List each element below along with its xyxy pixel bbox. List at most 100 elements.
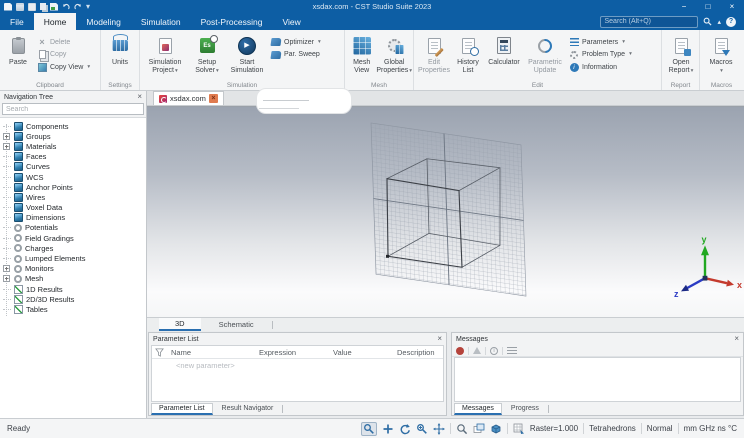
zoom-to-fit-button[interactable] — [360, 421, 377, 436]
expand-plus-icon[interactable] — [3, 275, 10, 283]
ribbon-search-box[interactable] — [600, 15, 699, 28]
tree-item-curves[interactable]: Curves — [0, 162, 146, 172]
tree-item-field-gradings[interactable]: Field Gradings — [0, 233, 146, 243]
tree-item-potentials[interactable]: Potentials — [0, 223, 146, 233]
paste-button[interactable]: Paste — [2, 32, 34, 67]
start-simulation-button[interactable]: ▶ Start Simulation — [226, 32, 268, 75]
parametric-update-button[interactable]: Parametric Update — [524, 32, 566, 75]
save-all-icon[interactable] — [40, 3, 46, 10]
macros-button[interactable]: Macros ▾ — [702, 32, 740, 75]
nav-tree-search-input[interactable] — [6, 105, 140, 113]
document-tab[interactable]: xsdax.com × — [153, 91, 224, 105]
tree-item-tables[interactable]: Tables — [0, 304, 146, 314]
simulation-project-button[interactable]: Simulation Project▾ — [142, 32, 188, 75]
history-list-button[interactable]: History List — [452, 32, 484, 75]
tree-item-monitors[interactable]: Monitors — [0, 264, 146, 274]
close-window-button[interactable]: × — [720, 0, 744, 13]
tree-item-charges[interactable]: Charges — [0, 243, 146, 253]
rotate-tool-icon[interactable] — [399, 423, 411, 435]
tab-parameter-list[interactable]: Parameter List — [151, 402, 213, 415]
tree-item-voxel-data[interactable]: Voxel Data — [0, 203, 146, 213]
collapse-ribbon-icon[interactable]: ▴ — [717, 18, 721, 26]
minimize-button[interactable]: − — [672, 0, 696, 13]
copy-view-button[interactable]: Copy View ▾ — [37, 62, 90, 72]
import-export-icon[interactable] — [50, 2, 58, 11]
tab-simulation[interactable]: Simulation — [131, 13, 191, 30]
tree-item-wcs[interactable]: WCS — [0, 172, 146, 182]
pan-tool-icon[interactable] — [432, 422, 445, 435]
tab-modeling[interactable]: Modeling — [76, 13, 131, 30]
filter-icon[interactable] — [155, 347, 164, 357]
tree-item-anchor-points[interactable]: Anchor Points — [0, 182, 146, 192]
tab-result-navigator[interactable]: Result Navigator — [215, 404, 281, 413]
tab-messages[interactable]: Messages — [454, 402, 502, 415]
problem-type-button[interactable]: Problem Type ▾ — [569, 50, 632, 60]
3d-viewport[interactable]: y x z — [147, 106, 744, 317]
tree-item-mesh[interactable]: Mesh — [0, 274, 146, 284]
render-mode-value[interactable]: Normal — [647, 424, 673, 433]
global-properties-button[interactable]: Global Properties▾ — [376, 32, 412, 75]
layers-icon[interactable] — [473, 423, 485, 435]
par-sweep-button[interactable]: Par. Sweep — [270, 50, 321, 60]
nav-tree-search-box[interactable] — [2, 103, 144, 115]
column-expression[interactable]: Expression — [259, 348, 333, 357]
column-value[interactable]: Value — [333, 348, 397, 357]
edit-properties-button[interactable]: Edit Properties — [416, 32, 452, 75]
column-description[interactable]: Description — [397, 348, 435, 357]
copy-button[interactable]: Copy — [37, 50, 90, 60]
information-button[interactable]: i Information — [569, 62, 632, 72]
setup-solver-button[interactable]: Es Setup Solver▾ — [188, 32, 226, 75]
undo-icon[interactable] — [62, 3, 70, 11]
new-parameter-row[interactable]: <new parameter> — [152, 359, 443, 372]
tree-item-groups[interactable]: Groups — [0, 131, 146, 141]
column-name[interactable]: Name — [167, 348, 259, 357]
messages-body[interactable] — [454, 357, 741, 402]
close-document-tab-icon[interactable]: × — [208, 94, 218, 103]
close-nav-panel-icon[interactable]: × — [137, 93, 142, 101]
errors-filter-icon[interactable] — [456, 346, 464, 355]
help-icon[interactable]: ? — [726, 16, 736, 27]
mesh-type-value[interactable]: Tetrahedrons — [589, 424, 636, 433]
tree-item-dimensions[interactable]: Dimensions — [0, 213, 146, 223]
3d-cube-icon[interactable] — [490, 423, 502, 435]
tree-item-faces[interactable]: Faces — [0, 152, 146, 162]
qat-customize-caret-icon[interactable]: ▾ — [86, 2, 90, 11]
tree-item-1d-results[interactable]: 1D Results — [0, 284, 146, 294]
expand-plus-icon[interactable] — [3, 132, 10, 140]
message-options-icon[interactable] — [507, 346, 517, 355]
open-report-button[interactable]: Open Report▾ — [664, 32, 698, 75]
optimizer-button[interactable]: Optimizer ▾ — [270, 37, 321, 47]
dynamic-zoom-icon[interactable] — [416, 423, 428, 435]
redo-icon[interactable] — [74, 3, 82, 11]
tab-post-processing[interactable]: Post-Processing — [191, 13, 273, 30]
mesh-view-button[interactable]: Mesh View — [347, 32, 376, 75]
expand-plus-icon[interactable] — [3, 142, 10, 150]
mesh-cells-icon[interactable] — [513, 423, 525, 435]
tab-3d[interactable]: 3D — [159, 318, 201, 331]
parameters-button[interactable]: Parameters ▾ — [569, 37, 632, 47]
delete-button[interactable]: × Delete — [37, 37, 90, 47]
units-value[interactable]: mm GHz ns °C — [684, 424, 737, 433]
save-icon[interactable] — [28, 2, 36, 11]
expand-plus-icon[interactable] — [3, 265, 10, 273]
tree-item-materials[interactable]: Materials — [0, 141, 146, 151]
tab-file[interactable]: File — [0, 13, 34, 30]
calculator-button[interactable]: Calculator — [484, 32, 524, 67]
tab-progress[interactable]: Progress — [504, 404, 546, 413]
zoom-selection-icon[interactable] — [456, 423, 468, 435]
units-button[interactable]: Units — [103, 32, 137, 67]
tree-item-wires[interactable]: Wires — [0, 192, 146, 202]
open-folder-icon[interactable] — [16, 2, 24, 11]
tab-view[interactable]: View — [272, 13, 310, 30]
maximize-button[interactable]: □ — [696, 0, 720, 13]
tab-home[interactable]: Home — [33, 13, 77, 30]
warnings-filter-icon[interactable] — [473, 347, 481, 354]
close-messages-icon[interactable]: × — [734, 335, 739, 343]
close-parameter-list-icon[interactable]: × — [437, 335, 442, 343]
new-file-icon[interactable] — [4, 2, 12, 11]
tree-item-components[interactable]: Components — [0, 121, 146, 131]
tree-item-2d3d-results[interactable]: 2D/3D Results — [0, 294, 146, 304]
move-tool-icon[interactable] — [382, 423, 394, 435]
search-icon[interactable] — [703, 17, 712, 26]
ribbon-search-input[interactable] — [604, 18, 696, 25]
